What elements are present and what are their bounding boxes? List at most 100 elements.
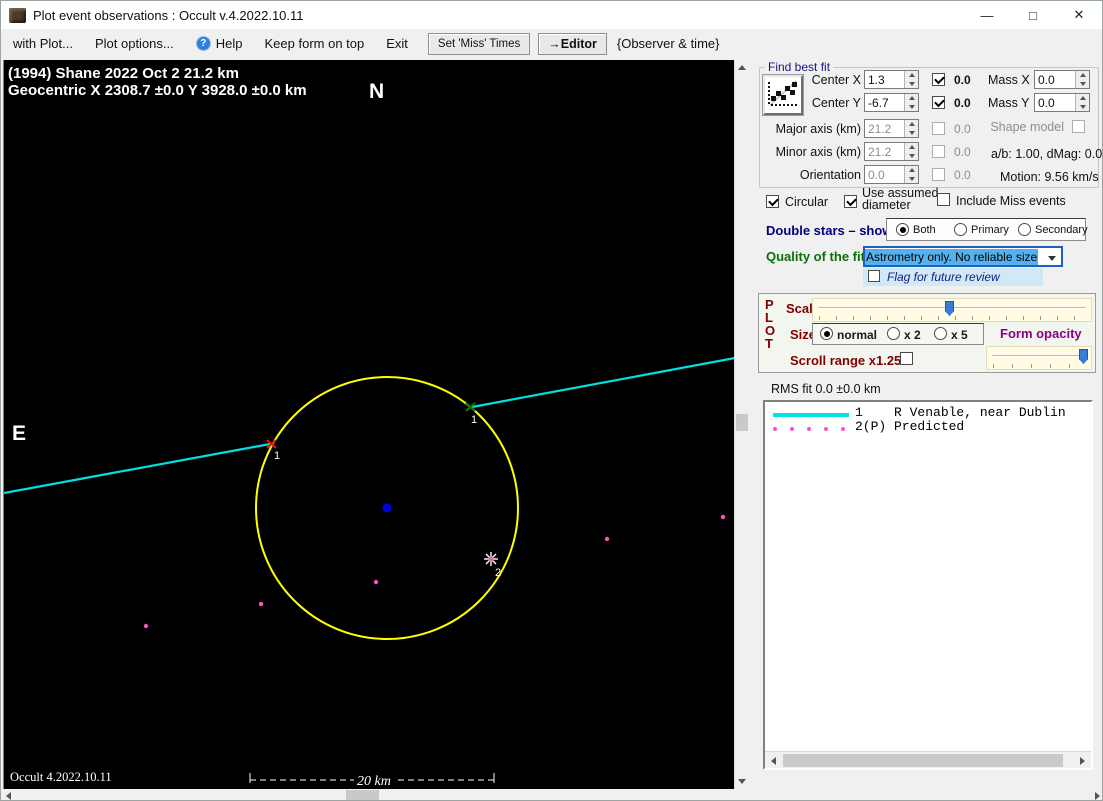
menu-help[interactable]: ? Help [195,36,243,51]
quality-value: Astrometry only. No reliable size [865,248,1039,265]
orientation-err-value: 0.0 [954,168,971,182]
spin-up-icon [905,143,918,152]
menu-with-plot[interactable]: with Plot... [13,32,73,55]
orientation-value: 0.0 [868,168,885,182]
scroll-up-icon[interactable] [735,60,749,75]
editor-button[interactable]: →Editor [538,32,607,55]
legend-list[interactable]: 1 R Venable, near Dublin 2(P) Predicted [763,400,1093,770]
legend-entry-2[interactable]: 2(P) Predicted [855,419,964,434]
quality-label: Quality of the fit [766,249,865,264]
size-x2-radio[interactable] [887,327,900,340]
size-x5-radio[interactable] [934,327,947,340]
quality-combobox[interactable]: Astrometry only. No reliable size [863,246,1063,267]
minor-axis-label: Minor axis (km) [775,145,861,159]
spin-up-icon[interactable] [905,71,918,80]
set-miss-times-button[interactable]: Set 'Miss' Times [427,32,531,55]
double-secondary-radio[interactable] [1018,223,1031,236]
legend-predicted-dot [790,427,794,431]
close-button[interactable]: ✕ [1056,1,1102,29]
spin-down-icon[interactable] [905,79,918,88]
mass-x-input[interactable]: 0.0 [1034,70,1090,89]
circular-checkbox[interactable] [766,195,779,208]
double-primary-label: Primary [971,224,1009,236]
spin-down-icon [905,128,918,137]
double-both-label: Both [913,224,936,236]
mass-y-value[interactable]: 0.0 [1035,94,1075,111]
dropdown-arrow-icon[interactable] [1048,249,1056,264]
double-primary-radio[interactable] [954,223,967,236]
spin-down-icon[interactable] [1076,79,1089,88]
minor-axis-input: 21.2 [864,142,919,161]
minimize-button[interactable]: — [964,1,1010,29]
center-y-err-checkbox[interactable] [932,96,945,109]
size-normal-label: normal [837,328,878,342]
menu-keep-on-top[interactable]: Keep form on top [265,32,365,55]
flag-review-checkbox[interactable] [868,270,880,282]
flag-review-label: Flag for future review [887,270,1000,284]
scroll-left-icon[interactable] [766,753,781,768]
orientation-err-checkbox [932,168,945,181]
horizontal-scroll-thumb[interactable] [346,790,379,800]
chord1-post-event-track [471,356,736,409]
legend-chord1-line [773,413,849,417]
major-axis-label: Major axis (km) [775,122,861,136]
center-x-value[interactable]: 1.3 [865,71,904,88]
vertical-scroll-thumb[interactable] [736,414,748,431]
mass-y-input[interactable]: 0.0 [1034,93,1090,112]
scroll-left-icon[interactable] [1,789,15,800]
size-normal-radio[interactable] [820,327,833,340]
opacity-slider-thumb[interactable] [1079,349,1088,364]
minor-axis-value: 21.2 [868,145,892,159]
plot-vertical-scrollbar[interactable] [734,60,749,789]
center-y-value[interactable]: -6.7 [865,94,904,111]
side-panel: Find best fit Center X 1.3 0.0 Mass X 0.… [748,58,1102,789]
center-x-err-value: 0.0 [954,73,971,87]
major-axis-err-checkbox [932,122,945,135]
opacity-slider-ticks [993,364,1085,368]
scroll-right-icon[interactable] [1075,753,1090,768]
plot-header-line2: Geocentric X 2308.7 ±0.0 Y 3928.0 ±0.0 k… [8,82,307,99]
form-opacity-slider[interactable] [986,346,1092,370]
mass-y-label: Mass Y [988,96,1030,110]
chord1-reappear-label: 1 [471,414,477,426]
opacity-slider-groove [992,355,1086,357]
spin-up-icon[interactable] [1076,71,1089,80]
assumed-diameter-label: Use assumed diameter [862,186,939,212]
plot-version-label: Occult 4.2022.10.11 [10,770,112,784]
spin-up-icon[interactable] [905,94,918,103]
plot-canvas[interactable]: (1994) Shane 2022 Oct 2 21.2 km Geocentr… [3,60,736,789]
spin-down-icon[interactable] [905,102,918,111]
observer-time-label: {Observer & time} [616,36,720,51]
spin-down-icon[interactable] [1076,102,1089,111]
legend-entry-1[interactable]: 1 R Venable, near Dublin [855,405,1066,420]
spin-down-icon [905,174,918,183]
scroll-right-icon[interactable] [1090,789,1102,800]
maximize-button[interactable]: □ [1010,1,1056,29]
menu-plot-options[interactable]: Plot options... [95,32,174,55]
scroll-range-checkbox[interactable] [900,352,913,365]
mass-x-label: Mass X [988,73,1030,87]
shape-model-checkbox [1072,120,1085,133]
circular-label: Circular [785,195,829,209]
predicted-path-dots [143,514,726,629]
size-x5-label: x 5 [951,328,968,342]
scale-slider-thumb[interactable] [945,301,954,316]
include-miss-checkbox[interactable] [937,193,950,206]
scroll-down-icon[interactable] [735,774,749,789]
double-both-radio[interactable] [896,223,909,236]
major-axis-value: 21.2 [868,122,892,136]
center-y-input[interactable]: -6.7 [864,93,919,112]
center-x-input[interactable]: 1.3 [864,70,919,89]
scale-slider[interactable] [812,298,1092,322]
find-best-fit-title: Find best fit [765,60,834,74]
center-y-err-value: 0.0 [954,96,971,110]
assumed-diameter-checkbox[interactable] [844,195,857,208]
spin-up-icon[interactable] [1076,94,1089,103]
menu-exit[interactable]: Exit [386,32,408,55]
title-bar: Plot event observations : Occult v.4.202… [1,1,1102,29]
center-x-err-checkbox[interactable] [932,73,945,86]
legend-scroll-thumb[interactable] [783,754,1063,767]
bottom-horizontal-scrollbar[interactable] [1,789,1102,800]
mass-x-value[interactable]: 0.0 [1035,71,1075,88]
legend-horizontal-scrollbar[interactable] [765,751,1091,768]
